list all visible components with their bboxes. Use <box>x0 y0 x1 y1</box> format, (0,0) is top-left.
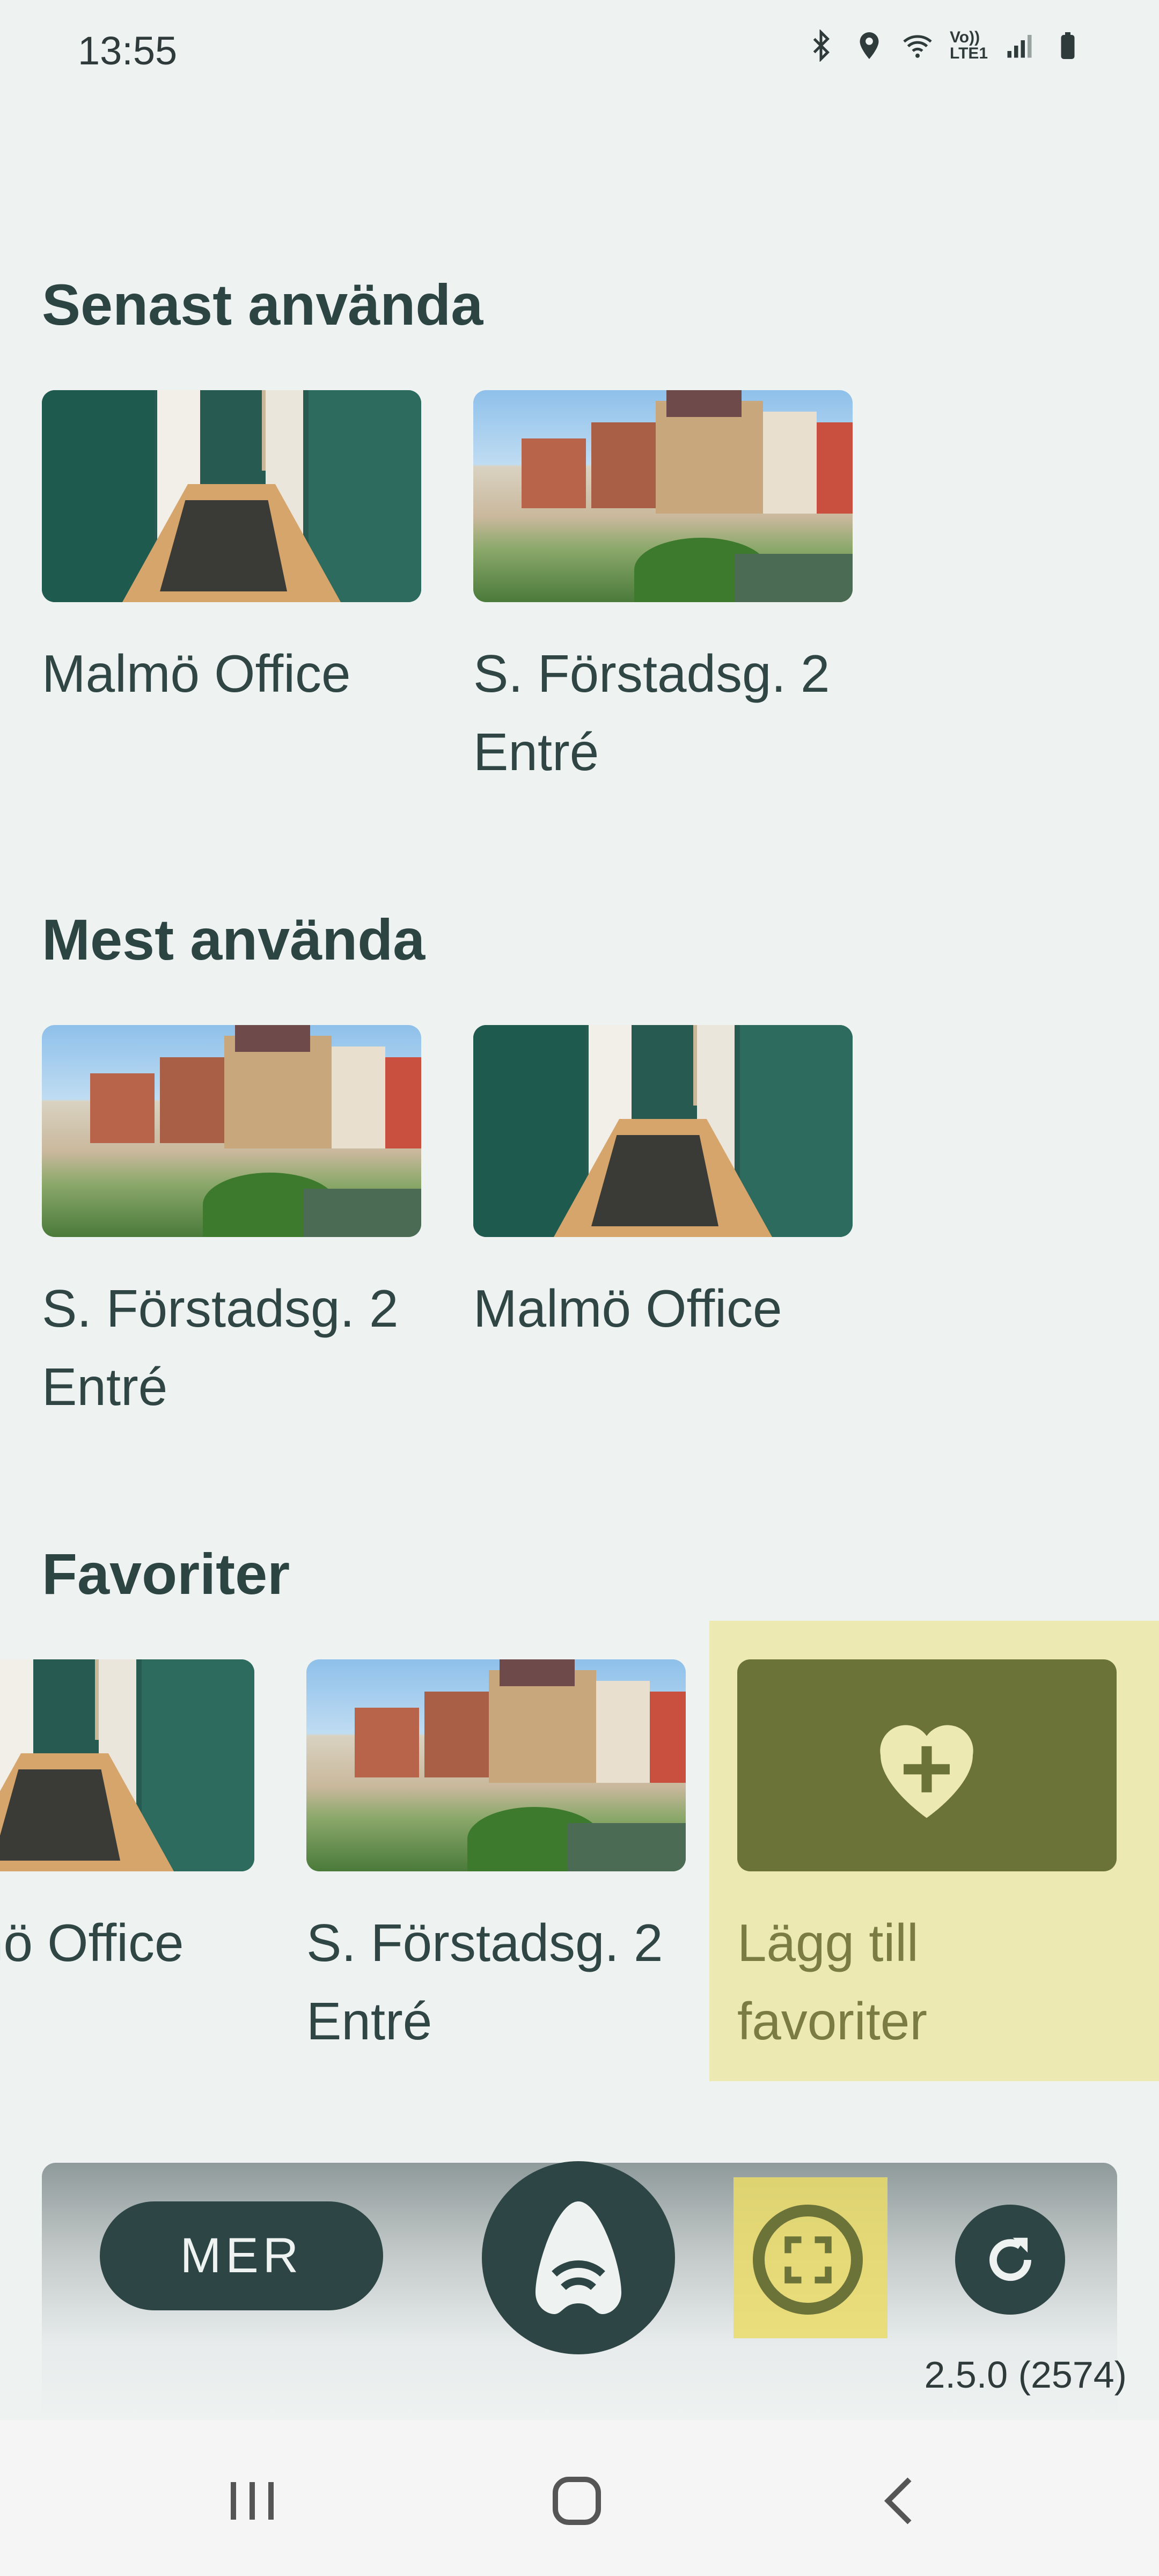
hallway-thumbnail <box>42 390 421 602</box>
city-thumbnail <box>42 1025 421 1237</box>
card-label: Malmö Office <box>473 1279 782 1338</box>
wifi-icon <box>903 35 932 58</box>
unlock-signal-icon <box>536 2201 621 2314</box>
system-nav-bar <box>0 2420 1159 2576</box>
section-title-favorites: Favoriter <box>42 1541 290 1606</box>
most-card-forstadsg-entre[interactable]: S. Förstadsg. 2 Entré <box>42 1025 421 1426</box>
city-thumbnail <box>306 1659 686 1871</box>
scan-button[interactable] <box>753 2205 863 2315</box>
recent-card-malmo-office[interactable]: Malmö Office <box>42 390 421 713</box>
status-bar: 13:55 Vo)) LTE1 <box>0 0 1159 102</box>
recent-card-forstadsg-entre[interactable]: S. Förstadsg. 2 Entré <box>473 390 853 791</box>
refresh-button[interactable] <box>955 2205 1065 2315</box>
signal-icon <box>1007 35 1032 58</box>
add-favorite-tile <box>737 1659 1117 1871</box>
hallway-thumbnail <box>473 1025 853 1237</box>
scan-icon <box>784 2236 832 2284</box>
unlock-button[interactable] <box>482 2161 675 2354</box>
recent-apps-icon <box>231 2482 274 2520</box>
status-icons: Vo)) LTE1 <box>805 30 1084 62</box>
back-button[interactable] <box>864 2471 939 2530</box>
refresh-icon <box>989 2237 1031 2281</box>
most-card-malmo-office[interactable]: Malmö Office <box>473 1025 853 1348</box>
hallway-thumbnail <box>0 1659 254 1871</box>
card-label: S. Förstadsg. 2 Entré <box>473 644 830 781</box>
heart-plus-icon <box>880 1725 973 1818</box>
card-label: Malmö Office <box>42 644 351 703</box>
favorites-card-clip: Malmö Office <box>0 1659 258 1981</box>
card-label: S. Förstadsg. 2 Entré <box>306 1913 663 2051</box>
home-button[interactable] <box>539 2471 614 2530</box>
fav-card-malmo-office[interactable]: Malmö Office <box>0 1659 254 1981</box>
app-version: 2.5.0 (2574) <box>924 2354 1127 2396</box>
back-icon <box>884 2477 912 2524</box>
bluetooth-icon <box>813 30 830 62</box>
fav-card-forstadsg-entre[interactable]: S. Förstadsg. 2 Entré <box>306 1659 686 2060</box>
add-favorite-label: Lägg till favoriter <box>737 1913 928 2051</box>
city-thumbnail <box>473 390 853 602</box>
status-time: 13:55 <box>78 28 178 73</box>
more-button[interactable]: MER <box>100 2201 383 2310</box>
location-icon <box>860 32 879 59</box>
home-icon <box>553 2477 601 2525</box>
recent-apps-button[interactable] <box>215 2471 290 2530</box>
battery-icon <box>1061 32 1075 59</box>
add-favorite-card[interactable]: Lägg till favoriter <box>737 1659 1117 2060</box>
card-label: Malmö Office <box>0 1913 184 1972</box>
section-title-recent: Senast använda <box>42 272 483 337</box>
volte-icon: Vo)) LTE1 <box>950 28 988 62</box>
section-title-most-used: Mest använda <box>42 907 426 972</box>
card-label: S. Förstadsg. 2 Entré <box>42 1279 399 1416</box>
